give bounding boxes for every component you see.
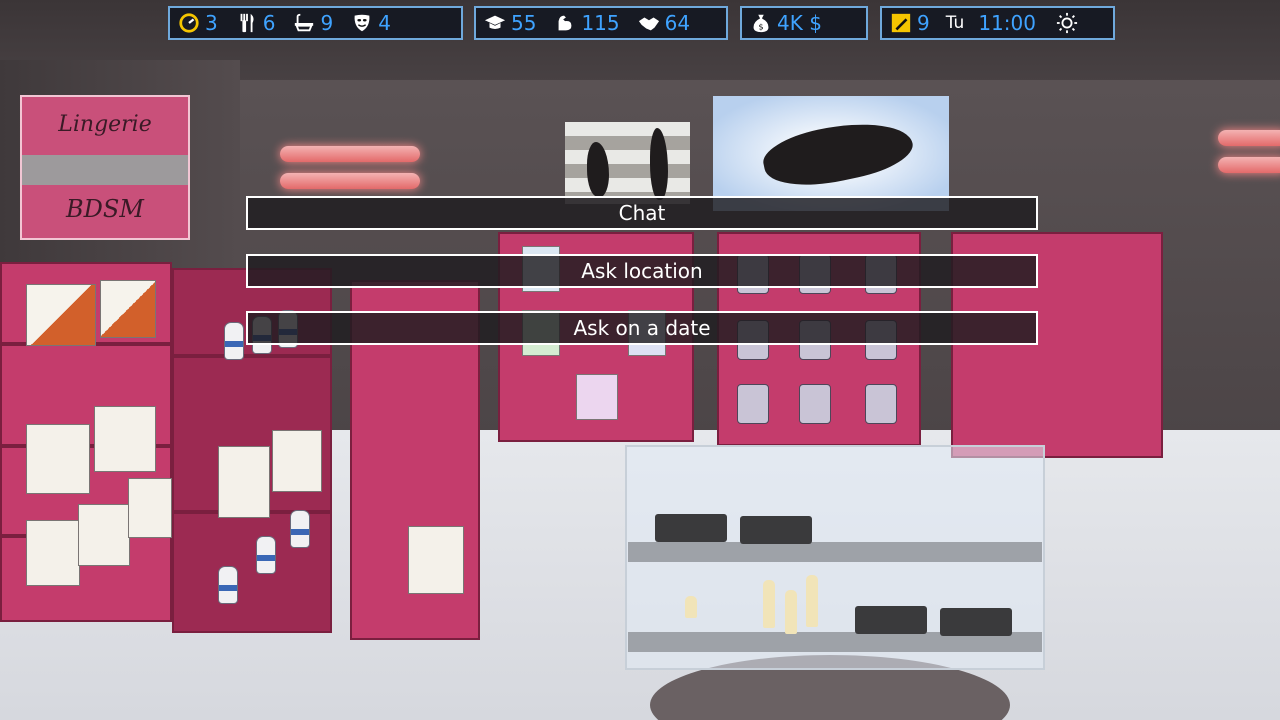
hud-time-panel: 9 Tu 11:00 (880, 6, 1115, 40)
wall-lamp (280, 146, 420, 162)
strength-arm-icon (554, 12, 576, 34)
strength-value: 115 (581, 11, 620, 35)
hud-needs-panel: 3 6 9 4 (168, 6, 463, 40)
stat-journal[interactable]: 9 (890, 12, 930, 34)
ask-location-button[interactable]: Ask location (246, 254, 1038, 288)
sun-icon[interactable] (1056, 12, 1078, 34)
stat-money[interactable]: $ 4K $ (750, 12, 822, 34)
intelligence-value: 55 (511, 11, 537, 35)
lingerie-bdsm-sign: Lingerie BDSM (20, 95, 190, 240)
pencil-note-icon (890, 12, 912, 34)
shelf-left (0, 262, 172, 622)
hunger-value: 6 (262, 11, 276, 35)
money-value: 4K $ (777, 11, 822, 35)
handshake-icon (638, 12, 660, 34)
poster-large (713, 96, 949, 211)
stat-hunger[interactable]: 6 (236, 11, 276, 35)
stat-fun[interactable]: 4 (351, 12, 391, 34)
poster-small (565, 122, 690, 204)
ask-on-date-button[interactable]: Ask on a date (246, 311, 1038, 345)
graduation-cap-icon (484, 12, 506, 34)
charisma-value: 64 (664, 11, 691, 35)
sign-line-1: Lingerie (58, 112, 152, 137)
fork-knife-icon (236, 12, 258, 34)
stat-strength[interactable]: 115 (554, 11, 620, 35)
svg-text:$: $ (758, 21, 763, 31)
date-value: 9 (917, 11, 930, 35)
clock-value: 11:00 (978, 11, 1036, 35)
money-bag-icon: $ (750, 12, 772, 34)
stat-energy[interactable]: 3 (178, 12, 218, 34)
wall-lamp (1218, 130, 1280, 146)
stat-charisma[interactable]: 64 (638, 12, 690, 34)
mask-icon (351, 12, 373, 34)
chat-button[interactable]: Chat (246, 196, 1038, 230)
energy-gauge-icon (178, 12, 200, 34)
sign-line-2: BDSM (66, 195, 144, 223)
hud-skills-panel: 55 115 64 (474, 6, 728, 40)
wall-lamp (280, 173, 420, 189)
hygiene-value: 9 (320, 11, 334, 35)
weekday-label: Tu (945, 13, 965, 33)
shop-background: Lingerie BDSM (0, 0, 1280, 720)
bathtub-icon (293, 12, 315, 34)
fun-value: 4 (378, 11, 391, 35)
stat-intelligence[interactable]: 55 (484, 12, 536, 34)
hud-money-panel: $ 4K $ (740, 6, 868, 40)
stat-hygiene[interactable]: 9 (293, 12, 333, 34)
energy-value: 3 (205, 11, 218, 35)
wall-lamp (1218, 157, 1280, 173)
